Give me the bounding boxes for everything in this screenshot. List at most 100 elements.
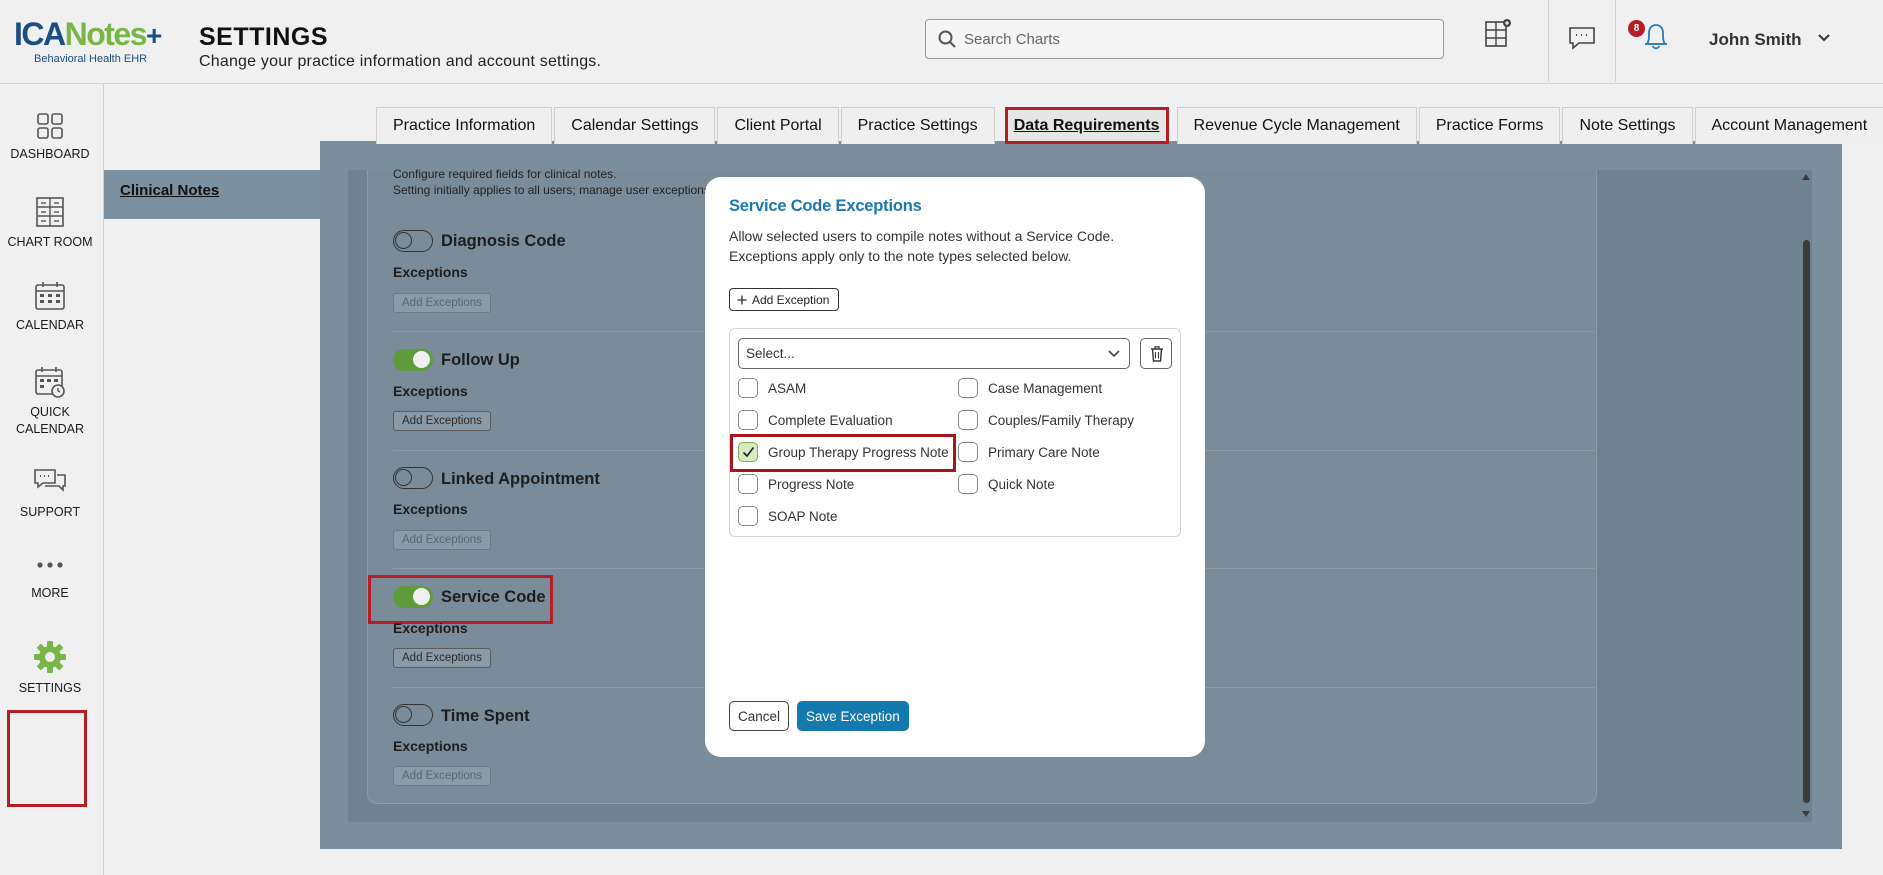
content-scrollbar[interactable]	[1800, 172, 1812, 820]
checkbox-label: Quick Note	[988, 476, 1055, 492]
intro-text: Configure required fields for clinical n…	[393, 166, 710, 198]
note-type-primary-care-note[interactable]: Primary Care Note	[958, 441, 1100, 463]
add-exceptions-button[interactable]: Add Exceptions	[393, 293, 491, 313]
scroll-down-icon[interactable]	[1801, 810, 1811, 818]
checkbox[interactable]	[738, 474, 758, 494]
page-title: SETTINGS	[199, 23, 329, 51]
note-type-case-management[interactable]: Case Management	[958, 377, 1102, 399]
checkbox[interactable]	[958, 410, 978, 430]
user-menu[interactable]: John Smith	[1709, 30, 1802, 50]
checkbox-label: Case Management	[988, 380, 1103, 396]
note-type-complete-evaluation[interactable]: Complete Evaluation	[738, 409, 893, 431]
intro-line: Setting initially applies to all users; …	[393, 183, 710, 197]
sidebar-item-support[interactable]: SUPPORT	[0, 468, 100, 521]
field-title: Time Spent	[441, 707, 530, 725]
sidebar-item-label: DASHBOARD	[10, 147, 90, 161]
modal-title: Service Code Exceptions	[729, 197, 922, 215]
note-type-asam[interactable]: ASAM	[738, 377, 806, 399]
sidebar-item-quick-calendar[interactable]: QUICK CALENDAR	[0, 366, 100, 438]
modal-description: Allow selected users to compile notes wi…	[729, 226, 1114, 266]
add-exceptions-button[interactable]: Add Exceptions	[393, 648, 491, 668]
checkbox[interactable]	[958, 378, 978, 398]
chart-room-icon	[36, 197, 64, 227]
add-exception-label: Add Exception	[752, 292, 830, 307]
select-value: Select...	[746, 346, 795, 361]
time-spent-toggle[interactable]	[393, 704, 433, 726]
tab-revenue-cycle-management[interactable]: Revenue Cycle Management	[1176, 107, 1417, 144]
tab-calendar-settings[interactable]: Calendar Settings	[554, 107, 716, 144]
toggle-knob	[395, 469, 412, 486]
settings-tabs: Practice Information Calendar Settings C…	[376, 107, 1883, 144]
settings-highlight	[7, 710, 87, 807]
tab-data-requirements[interactable]: Data Requirements	[1004, 107, 1169, 144]
checkbox[interactable]	[738, 378, 758, 398]
tab-note-settings[interactable]: Note Settings	[1562, 107, 1693, 144]
exceptions-label: Exceptions	[393, 501, 468, 517]
checkbox-label: Progress Note	[768, 476, 855, 492]
intro-line: Configure required fields for clinical n…	[393, 167, 617, 181]
exceptions-label: Exceptions	[393, 738, 468, 754]
modal-description-line: Exceptions apply only to the note types …	[729, 248, 1072, 264]
icanotes-logo[interactable]: ICANotes+ Behavioral Health EHR	[14, 18, 174, 68]
note-type-couples-family-therapy[interactable]: Couples/Family Therapy	[958, 409, 1134, 431]
page-subtitle: Change your practice information and acc…	[199, 53, 602, 70]
sidebar-item-label: QUICK CALENDAR	[15, 405, 85, 436]
tab-practice-information[interactable]: Practice Information	[376, 107, 553, 144]
bell-icon[interactable]	[1640, 20, 1672, 52]
note-type-progress-note[interactable]: Progress Note	[738, 473, 854, 495]
service-code-highlight	[368, 575, 553, 624]
note-type-quick-note[interactable]: Quick Note	[958, 473, 1055, 495]
checkbox[interactable]	[958, 442, 978, 462]
logo-plus-icon: +	[146, 20, 162, 51]
field-title: Follow Up	[441, 351, 520, 369]
plus-icon	[737, 295, 747, 304]
add-exception-button[interactable]: Add Exception	[729, 288, 840, 311]
quick-calendar-icon	[35, 367, 65, 398]
sidebar-item-label: CALENDAR	[15, 318, 85, 332]
sidebar-item-calendar[interactable]: CALENDAR	[0, 281, 100, 334]
sidebar-item-chart-room[interactable]: CHART ROOM	[0, 196, 100, 251]
chevron-down-icon[interactable]	[1818, 33, 1830, 43]
subnav-clinical-notes[interactable]: Clinical Notes	[104, 170, 320, 219]
sidebar-item-more[interactable]: MORE	[0, 558, 100, 602]
diagnosis-code-toggle[interactable]	[393, 230, 433, 252]
toggle-knob	[395, 232, 412, 249]
tab-client-portal[interactable]: Client Portal	[717, 107, 839, 144]
app-header: ICANotes+ Behavioral Health EHR SETTINGS…	[0, 0, 1883, 84]
user-select[interactable]: Select...	[738, 338, 1130, 369]
tab-account-management[interactable]: Account Management	[1694, 107, 1883, 144]
sidebar-item-label: SETTINGS	[18, 681, 82, 695]
message-icon[interactable]	[1568, 26, 1596, 50]
note-type-soap-note[interactable]: SOAP Note	[738, 505, 838, 527]
sidebar-item-settings[interactable]: SETTINGS	[0, 640, 100, 697]
add-exceptions-button[interactable]: Add Exceptions	[393, 766, 491, 786]
delete-exception-button[interactable]	[1140, 338, 1172, 369]
tab-practice-forms[interactable]: Practice Forms	[1418, 107, 1561, 144]
checkbox-label: SOAP Note	[768, 508, 838, 524]
exceptions-label: Exceptions	[393, 264, 468, 280]
header-divider	[1615, 0, 1616, 82]
add-exceptions-button[interactable]: Add Exceptions	[393, 530, 491, 550]
checkbox[interactable]	[958, 474, 978, 494]
sidebar-item-label: MORE	[31, 586, 69, 600]
support-icon	[34, 469, 66, 492]
exceptions-label: Exceptions	[393, 383, 468, 399]
follow-up-toggle[interactable]	[393, 349, 433, 371]
checkbox[interactable]	[738, 506, 758, 526]
checkbox[interactable]	[738, 410, 758, 430]
dashboard-icon	[37, 113, 63, 139]
toggle-knob	[395, 706, 412, 723]
cancel-button[interactable]: Cancel	[729, 701, 790, 731]
tab-practice-settings[interactable]: Practice Settings	[840, 107, 995, 144]
chart-room-add-icon[interactable]	[1484, 18, 1512, 48]
scrollbar-thumb[interactable]	[1803, 240, 1810, 803]
trash-icon	[1151, 346, 1163, 362]
search-box[interactable]	[925, 19, 1444, 59]
scroll-up-icon[interactable]	[1801, 173, 1811, 181]
linked-appointment-toggle[interactable]	[393, 467, 433, 489]
sidebar-item-dashboard[interactable]: DASHBOARD	[0, 112, 100, 163]
add-exceptions-button[interactable]: Add Exceptions	[393, 411, 491, 431]
search-input[interactable]	[964, 28, 1424, 50]
save-exception-button[interactable]: Save Exception	[797, 701, 909, 731]
field-title: Linked Appointment	[441, 470, 600, 488]
